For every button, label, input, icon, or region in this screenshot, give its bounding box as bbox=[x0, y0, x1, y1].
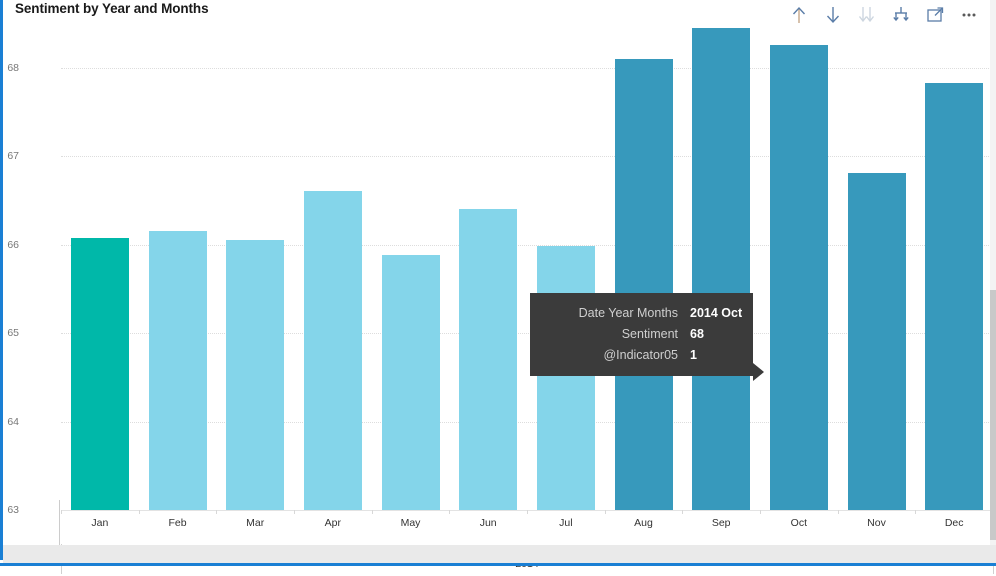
focus-mode-icon[interactable] bbox=[923, 3, 947, 27]
y-axis-tick-label: 67 bbox=[7, 150, 19, 163]
x-axis-tick bbox=[294, 510, 295, 514]
bar-feb[interactable] bbox=[148, 230, 207, 510]
x-axis-tick bbox=[371, 510, 373, 514]
x-axis-label-aug[interactable]: Aug bbox=[634, 517, 653, 529]
vertical-scrollbar-track[interactable] bbox=[990, 0, 996, 545]
y-axis-tick-label: 65 bbox=[7, 327, 19, 340]
bar-apr[interactable] bbox=[303, 190, 362, 510]
visual-toolbar bbox=[787, 3, 981, 27]
y-axis-tick-label: 64 bbox=[7, 415, 19, 428]
selection-border-left bbox=[0, 0, 3, 560]
bar-nov[interactable] bbox=[847, 173, 906, 510]
x-axis-tick bbox=[527, 510, 528, 514]
drill-down-icon[interactable] bbox=[821, 3, 845, 27]
x-axis-tick bbox=[682, 510, 684, 514]
drill-hierarchy-icon[interactable] bbox=[889, 3, 913, 27]
bar-aug[interactable] bbox=[614, 59, 673, 510]
y-axis-line bbox=[59, 500, 60, 546]
tooltip-key: Sentiment bbox=[621, 327, 678, 341]
bar-may[interactable] bbox=[381, 254, 440, 510]
x-axis-tick bbox=[837, 510, 839, 514]
more-options-icon[interactable] bbox=[957, 3, 981, 27]
x-axis-label-oct[interactable]: Oct bbox=[791, 517, 807, 529]
x-axis-label-sep[interactable]: Sep bbox=[712, 517, 731, 529]
tooltip-row: Sentiment 68 bbox=[546, 327, 737, 341]
x-axis-label-jun[interactable]: Jun bbox=[480, 517, 497, 529]
x-axis-tick bbox=[604, 510, 606, 514]
bar-jun[interactable] bbox=[459, 209, 518, 510]
visual-bottom-gutter bbox=[3, 545, 996, 563]
x-axis-tick bbox=[216, 510, 218, 514]
x-axis-tick bbox=[915, 510, 917, 514]
x-axis-label-apr[interactable]: Apr bbox=[325, 517, 341, 529]
x-axis-label-mar[interactable]: Mar bbox=[246, 517, 264, 529]
data-point-tooltip: Date Year Months 2014 Oct Sentiment 68 @Indi… bbox=[530, 293, 753, 376]
page-title: Sentiment by Year and Months bbox=[15, 1, 209, 16]
x-axis-label-jan[interactable]: Jan bbox=[91, 517, 108, 529]
x-axis-label-may[interactable]: May bbox=[401, 517, 421, 529]
bar-jul[interactable] bbox=[536, 245, 595, 510]
tooltip-row: Date Year Months 2014 Oct bbox=[546, 306, 743, 320]
x-axis-label-feb[interactable]: Feb bbox=[168, 517, 186, 529]
drill-up-icon[interactable] bbox=[787, 3, 811, 27]
tooltip-arrow-icon bbox=[753, 363, 764, 381]
y-axis-tick-label: 66 bbox=[7, 238, 19, 251]
x-axis-label-dec[interactable]: Dec bbox=[945, 517, 964, 529]
y-axis: 63 64 65 66 67 68 bbox=[3, 32, 61, 545]
vertical-scrollbar-thumb[interactable] bbox=[990, 290, 996, 540]
bar-dec[interactable] bbox=[925, 83, 984, 510]
expand-all-icon[interactable] bbox=[855, 3, 879, 27]
bar-oct[interactable] bbox=[769, 45, 828, 510]
chart-plot-area: 63 64 65 66 67 68 Jan Feb Mar Apr May Jun Jul Aug Sep… bbox=[3, 28, 994, 574]
tooltip-key: Date Year Months bbox=[578, 306, 678, 320]
tooltip-value: 1 bbox=[690, 348, 697, 362]
bar-mar[interactable] bbox=[226, 240, 285, 510]
tooltip-row: @Indicator05 1 bbox=[546, 348, 737, 362]
x-axis-tick bbox=[61, 510, 62, 514]
x-axis-tick bbox=[449, 510, 451, 514]
visual-header: Sentiment by Year and Months bbox=[3, 0, 993, 32]
x-axis-tick bbox=[760, 510, 761, 514]
x-axis-tick bbox=[138, 510, 140, 514]
x-axis-categories: Jan Feb Mar Apr May Jun Jul Aug Sep Oct Nov Dec bbox=[61, 510, 994, 545]
x-axis-label-nov[interactable]: Nov bbox=[867, 517, 886, 529]
y-axis-tick-label: 63 bbox=[7, 504, 19, 516]
power-bi-visual: Sentiment by Year and Months 63 64 65 66… bbox=[0, 0, 996, 574]
bar-sep[interactable] bbox=[692, 28, 751, 510]
tooltip-key: @Indicator05 bbox=[603, 348, 678, 362]
y-axis-tick-label: 68 bbox=[7, 62, 19, 74]
tooltip-value: 68 bbox=[690, 327, 704, 341]
x-axis-label-jul[interactable]: Jul bbox=[559, 517, 572, 529]
bar-jan[interactable] bbox=[70, 237, 129, 510]
bar-series bbox=[61, 28, 993, 510]
tooltip-value: 2014 Oct bbox=[690, 306, 743, 320]
